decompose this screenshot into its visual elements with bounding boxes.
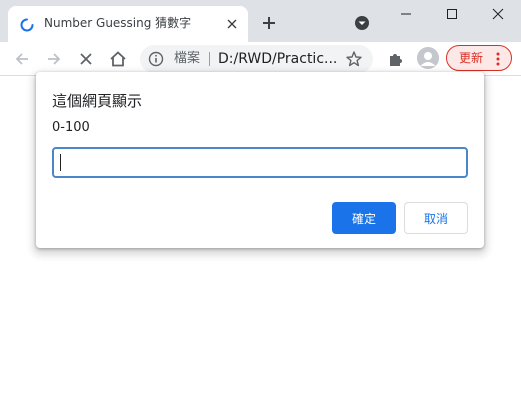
scheme-label: 檔案: [174, 51, 201, 66]
loading-spinner-icon: [20, 17, 34, 32]
avatar-icon[interactable]: [417, 47, 439, 69]
url-text[interactable]: D:/RWD/Practic...: [218, 45, 338, 73]
arrow-left-icon: [15, 53, 28, 65]
stop-loading-icon: [80, 53, 92, 65]
cancel-button[interactable]: 取消: [404, 202, 468, 234]
puzzle-icon: [390, 54, 402, 66]
prompt-input[interactable]: [52, 147, 468, 178]
extensions-button[interactable]: [384, 47, 408, 71]
omnibox-divider: [209, 52, 210, 66]
dialog-message: 0-100: [52, 120, 90, 135]
tab-search-icon: [355, 16, 369, 30]
close-window-button[interactable]: [475, 0, 521, 28]
ok-button[interactable]: 確定: [332, 202, 396, 234]
address-bar[interactable]: 檔案 D:/RWD/Practic...: [140, 45, 373, 73]
forward-button[interactable]: [42, 47, 66, 71]
dialog-title: 這個網頁顯示: [52, 92, 143, 110]
tab-close-icon[interactable]: [223, 15, 241, 33]
back-button[interactable]: [10, 47, 34, 71]
tab-strip: Number Guessing 猜數字: [0, 0, 521, 42]
arrow-right-icon: [48, 53, 61, 65]
browser-tab[interactable]: Number Guessing 猜數字: [8, 6, 248, 42]
stop-button[interactable]: [74, 47, 98, 71]
update-label: 更新: [459, 51, 484, 65]
text-cursor: [60, 154, 61, 171]
minimize-button[interactable]: [383, 0, 429, 28]
maximize-icon: [447, 9, 457, 19]
close-window-icon: [492, 8, 504, 20]
tab-title: Number Guessing 猜數字: [44, 16, 192, 30]
browser-toolbar: 檔案 D:/RWD/Practic...: [0, 42, 521, 76]
info-icon[interactable]: [148, 51, 164, 67]
plus-icon: [263, 17, 275, 29]
minimize-icon: [401, 13, 411, 15]
update-button[interactable]: 更新: [446, 45, 512, 71]
prompt-dialog: 這個網頁顯示 0-100 確定 取消: [36, 72, 484, 248]
home-icon: [110, 51, 126, 67]
maximize-button[interactable]: [429, 0, 475, 28]
new-tab-button[interactable]: [258, 12, 280, 34]
tab-search-button[interactable]: [352, 13, 372, 33]
home-button[interactable]: [106, 47, 130, 71]
kebab-menu-icon: [495, 51, 501, 66]
star-icon[interactable]: [345, 50, 363, 68]
